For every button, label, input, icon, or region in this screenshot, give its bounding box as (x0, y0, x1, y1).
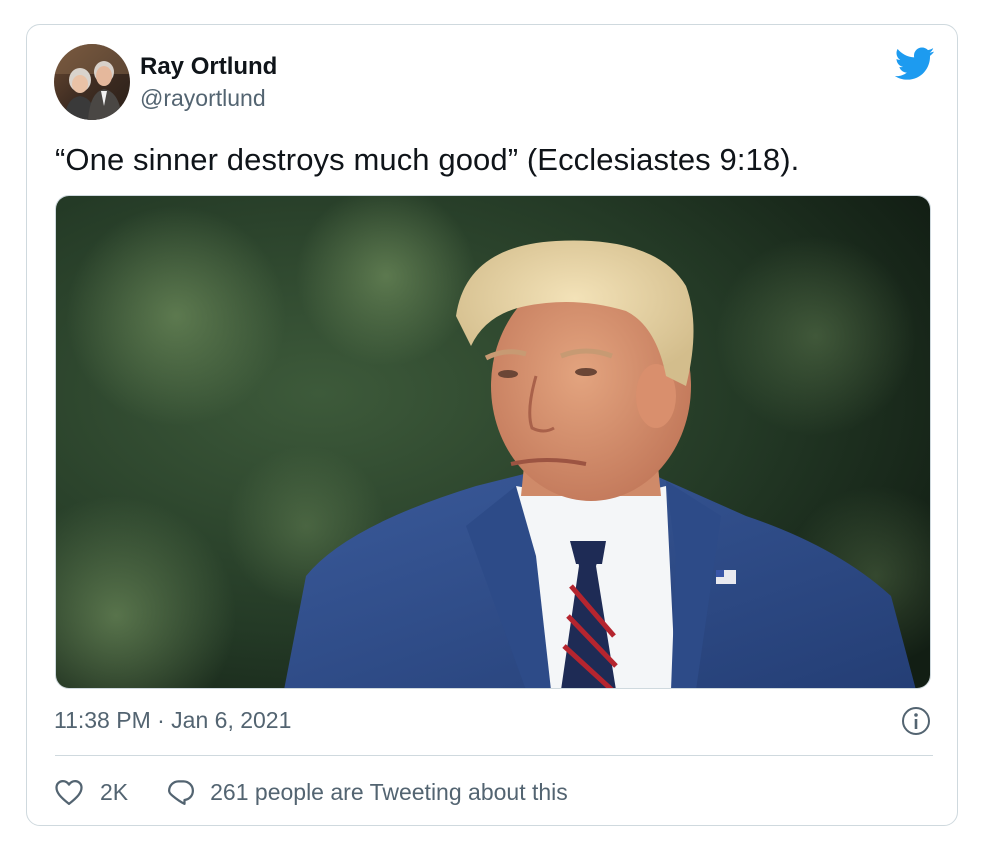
tweet-actions: 2K 261 people are Tweeting about this (54, 775, 568, 809)
speech-bubble-icon (166, 778, 196, 806)
info-icon[interactable] (901, 706, 931, 736)
author-name[interactable]: Ray Ortlund (140, 53, 277, 81)
reply-button[interactable]: 261 people are Tweeting about this (166, 778, 568, 806)
like-count: 2K (100, 778, 129, 805)
tweet-card[interactable]: Ray Ortlund @rayortlund “One sinner dest… (26, 24, 958, 826)
twitter-bird-icon[interactable] (894, 47, 935, 81)
like-button[interactable]: 2K (54, 778, 166, 806)
tweet-photo[interactable] (55, 195, 931, 689)
tweeting-about-text[interactable]: 261 people are Tweeting about this (210, 779, 568, 806)
tweet-text: “One sinner destroys much good” (Ecclesi… (55, 142, 800, 177)
tweet-timestamp[interactable]: 11:38 PM · Jan 6, 2021 (54, 707, 291, 734)
author-handle[interactable]: @rayortlund (140, 85, 266, 112)
avatar[interactable] (54, 44, 130, 120)
heart-icon (54, 778, 84, 806)
divider (55, 755, 933, 756)
